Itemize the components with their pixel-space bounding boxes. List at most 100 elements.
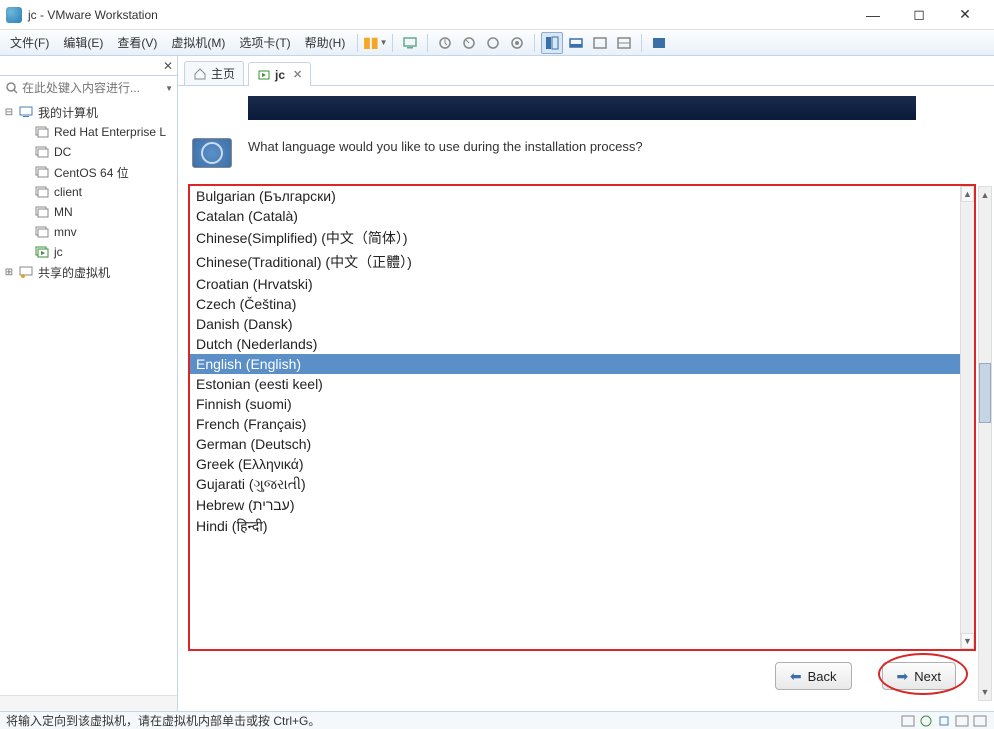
computer-icon <box>18 104 34 120</box>
tree-vm-item[interactable]: MN <box>0 202 177 222</box>
view-fullscreen-button[interactable] <box>589 32 611 54</box>
minimize-button[interactable]: — <box>850 1 896 29</box>
language-option[interactable]: Finnish (suomi) <box>190 394 960 414</box>
language-option[interactable]: Chinese(Simplified) (中文（简体）) <box>190 226 960 250</box>
snapshot-manager-button[interactable] <box>482 32 504 54</box>
language-scrollbar[interactable]: ▲ ▼ <box>960 186 974 649</box>
workarea: ✕ ▼ ⊟ 我的计算机 Red Hat Enterprise L DC Cent… <box>0 56 994 711</box>
menubar: 文件(F) 编辑(E) 查看(V) 虚拟机(M) 选项卡(T) 帮助(H) ▮▮… <box>0 30 994 56</box>
sidebar-hscroll[interactable] <box>0 695 177 711</box>
snapshot-list-button[interactable] <box>506 32 528 54</box>
scroll-track[interactable] <box>961 202 974 633</box>
next-button[interactable]: ➡ Next <box>882 662 956 690</box>
expander-icon[interactable]: ⊟ <box>4 107 14 118</box>
titlebar: jc - VMware Workstation — ◻ ✕ <box>0 0 994 30</box>
menu-help[interactable]: 帮助(H) <box>299 31 352 54</box>
language-option[interactable]: Gujarati (ગુજરાતી) <box>190 474 960 495</box>
usb-icon[interactable] <box>954 713 970 729</box>
network-icon[interactable] <box>936 713 952 729</box>
sidebar: ✕ ▼ ⊟ 我的计算机 Red Hat Enterprise L DC Cent… <box>0 56 178 711</box>
view-unity-button[interactable] <box>613 32 635 54</box>
menu-edit[interactable]: 编辑(E) <box>57 31 109 54</box>
toolbar-screen-button[interactable] <box>399 32 421 54</box>
search-dropdown-icon[interactable]: ▼ <box>165 84 173 93</box>
tree-vm-item[interactable]: mnv <box>0 222 177 242</box>
tab-label: jc <box>275 68 285 82</box>
tree-label: 共享的虚拟机 <box>38 264 110 281</box>
tree-vm-item[interactable]: DC <box>0 142 177 162</box>
language-option[interactable]: Croatian (Hrvatski) <box>190 274 960 294</box>
vm-console[interactable]: What language would you like to use duri… <box>178 86 994 711</box>
separator <box>427 34 428 52</box>
vm-running-icon <box>257 68 271 82</box>
tab-label: 主页 <box>211 65 235 82</box>
pause-button[interactable]: ▮▮▼ <box>364 32 386 54</box>
arrow-left-icon: ⬅ <box>790 668 802 685</box>
menu-file[interactable]: 文件(F) <box>4 31 55 54</box>
tab-close-icon[interactable]: ✕ <box>293 68 302 81</box>
menu-tabs[interactable]: 选项卡(T) <box>233 31 296 54</box>
sound-icon[interactable] <box>972 713 988 729</box>
maximize-button[interactable]: ◻ <box>896 1 942 29</box>
snapshot-button[interactable] <box>434 32 456 54</box>
language-option[interactable]: Estonian (eesti keel) <box>190 374 960 394</box>
snapshot-revert-button[interactable] <box>458 32 480 54</box>
tab-home[interactable]: 主页 <box>184 61 244 85</box>
installer-nav-row: ⬅ Back ➡ Next <box>188 651 976 701</box>
language-option[interactable]: Bulgarian (Български) <box>190 186 960 206</box>
language-option[interactable]: German (Deutsch) <box>190 434 960 454</box>
tree-root-my-computer[interactable]: ⊟ 我的计算机 <box>0 102 177 122</box>
scroll-up-icon[interactable]: ▲ <box>961 186 974 202</box>
tree-label: 我的计算机 <box>38 104 98 121</box>
tree-vm-item[interactable]: Red Hat Enterprise L <box>0 122 177 142</box>
scroll-track[interactable] <box>979 423 991 684</box>
tab-jc[interactable]: jc ✕ <box>248 62 311 86</box>
scroll-thumb[interactable] <box>979 363 991 423</box>
language-option[interactable]: Danish (Dansk) <box>190 314 960 334</box>
language-option[interactable]: Hindi (हिन्दी) <box>190 515 960 538</box>
menu-view[interactable]: 查看(V) <box>111 31 163 54</box>
next-label: Next <box>914 669 941 684</box>
scroll-down-icon[interactable]: ▼ <box>979 684 991 700</box>
search-input[interactable] <box>22 81 163 95</box>
tree-label: MN <box>54 205 73 219</box>
scroll-down-icon[interactable]: ▼ <box>961 633 974 649</box>
tree-vm-item[interactable]: client <box>0 182 177 202</box>
language-option[interactable]: Catalan (Català) <box>190 206 960 226</box>
view-console-button[interactable] <box>648 32 670 54</box>
tree-vm-item[interactable]: CentOS 64 位 <box>0 162 177 182</box>
back-button[interactable]: ⬅ Back <box>775 662 852 690</box>
disk-icon[interactable] <box>900 713 916 729</box>
sidebar-close-icon[interactable]: ✕ <box>163 59 173 73</box>
cdrom-icon[interactable] <box>918 713 934 729</box>
language-option[interactable]: Dutch (Nederlands) <box>190 334 960 354</box>
tree-shared-vms[interactable]: ⊞ 共享的虚拟机 <box>0 262 177 282</box>
vm-icon <box>34 164 50 180</box>
vm-icon <box>34 184 50 200</box>
view-fit-button[interactable] <box>541 32 563 54</box>
language-option[interactable]: French (Français) <box>190 414 960 434</box>
vm-scrollbar[interactable]: ▲ ▼ <box>978 186 992 701</box>
vm-icon <box>34 144 50 160</box>
separator <box>641 34 642 52</box>
language-option[interactable]: Chinese(Traditional) (中文（正體）) <box>190 250 960 274</box>
separator <box>534 34 535 52</box>
language-option[interactable]: Greek (Ελληνικά) <box>190 454 960 474</box>
vm-icon <box>34 204 50 220</box>
language-option[interactable]: Czech (Čeština) <box>190 294 960 314</box>
expander-icon[interactable]: ⊞ <box>4 267 14 278</box>
language-option[interactable]: English (English) <box>190 354 960 374</box>
main-panel: 主页 jc ✕ What language would you like to … <box>178 56 994 711</box>
tree-vm-jc[interactable]: jc <box>0 242 177 262</box>
view-thumb-button[interactable] <box>565 32 587 54</box>
status-text: 将输入定向到该虚拟机，请在虚拟机内部单击或按 Ctrl+G。 <box>6 712 320 729</box>
tabbar: 主页 jc ✕ <box>178 56 994 86</box>
language-option[interactable]: Hebrew (עברית) <box>190 495 960 515</box>
close-button[interactable]: ✕ <box>942 1 988 29</box>
language-list[interactable]: Bulgarian (Български)Catalan (Català)Chi… <box>190 186 960 649</box>
arrow-right-icon: ➡ <box>897 668 909 685</box>
scroll-up-icon[interactable]: ▲ <box>979 187 991 203</box>
tree-label: jc <box>54 245 63 259</box>
statusbar: 将输入定向到该虚拟机，请在虚拟机内部单击或按 Ctrl+G。 <box>0 711 994 729</box>
menu-vm[interactable]: 虚拟机(M) <box>165 31 231 54</box>
